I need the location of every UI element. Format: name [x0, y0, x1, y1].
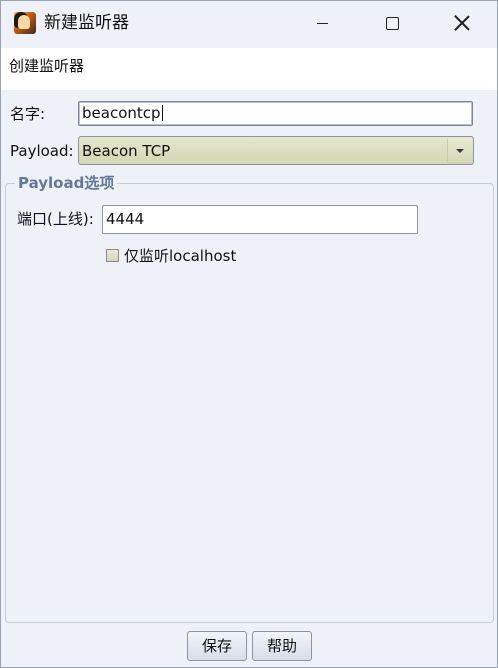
chevron-down-icon[interactable] [447, 138, 472, 163]
help-button[interactable]: 帮助 [252, 631, 312, 661]
localhost-only-label[interactable]: 仅监听localhost [124, 246, 236, 266]
save-button[interactable]: 保存 [187, 631, 247, 661]
text-caret [161, 105, 163, 121]
app-avatar-icon [14, 12, 36, 34]
close-button[interactable] [427, 1, 497, 45]
window-title: 新建监听器 [44, 13, 129, 33]
payload-select[interactable]: Beacon TCP [78, 136, 474, 165]
localhost-only-checkbox[interactable] [106, 249, 119, 262]
payload-label: Payload: [10, 142, 74, 160]
header-banner: 创建监听器 [1, 48, 497, 90]
port-input[interactable]: 4444 [102, 205, 418, 234]
port-input-value: 4444 [106, 210, 145, 228]
payload-options-group: Payload选项 [5, 173, 494, 623]
minimize-button[interactable] [287, 1, 357, 45]
name-input[interactable]: beacontcp [78, 101, 473, 126]
header-text: 创建监听器 [9, 57, 85, 75]
minimize-icon [316, 22, 328, 24]
maximize-icon [385, 16, 399, 30]
name-label: 名字: [10, 105, 46, 123]
close-icon [454, 15, 470, 31]
maximize-button[interactable] [357, 1, 427, 45]
new-listener-window: 新建监听器 创建监听器 名字: beacontcp Payload: Beaco… [0, 0, 498, 668]
payload-select-value: Beacon TCP [82, 142, 171, 160]
name-input-value: beacontcp [82, 104, 161, 122]
port-label: 端口(上线): [17, 210, 94, 228]
payload-options-title: Payload选项 [15, 173, 118, 193]
title-bar[interactable]: 新建监听器 [1, 1, 497, 45]
